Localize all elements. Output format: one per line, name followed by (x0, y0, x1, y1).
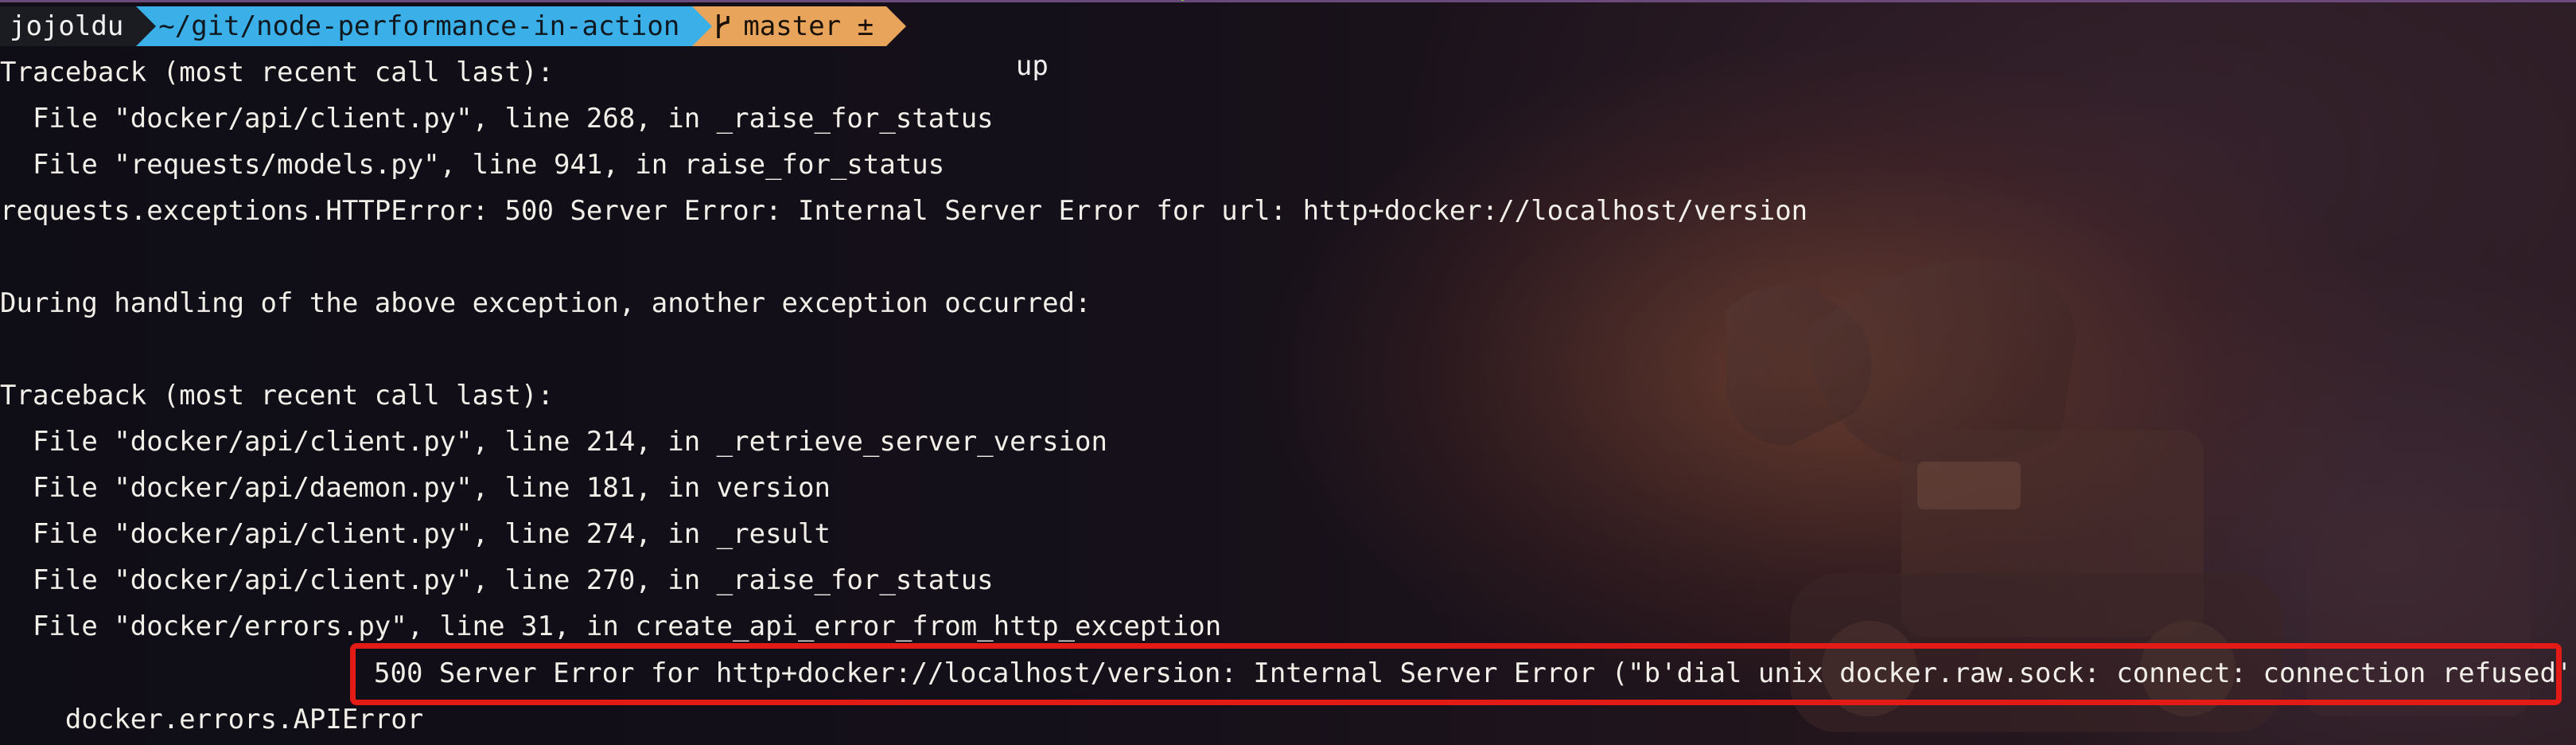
segment-separator-icon (692, 6, 713, 46)
segment-separator-icon (886, 6, 907, 46)
error-type: docker.errors.APIError (64, 704, 424, 735)
prompt-path-segment: ~/git/node-performance-in-action (136, 6, 713, 46)
command-executable: docker-compose (1016, 0, 1244, 2)
output-line: Traceback (most recent call last): (0, 57, 554, 88)
prompt-user-segment: jojoldu (0, 6, 157, 46)
output-line: File "docker/api/client.py", line 274, i… (0, 518, 831, 550)
error-message: 500 Server Error for http+docker://local… (374, 657, 2576, 689)
output-line: File "docker/api/daemon.py", line 181, i… (0, 472, 831, 504)
output-line: Traceback (most recent call last): (0, 380, 554, 412)
output-line: File "docker/api/client.py", line 214, i… (0, 426, 1107, 458)
final-error-line: docker.errors.APIError 500 Server Error … (0, 650, 2576, 735)
segment-separator-icon (136, 6, 157, 46)
prompt-branch: master ± (743, 10, 874, 42)
prompt-git-segment: master ± (692, 6, 907, 46)
output-line: During handling of the above exception, … (0, 287, 1091, 319)
output-line: File "requests/models.py", line 941, in … (0, 149, 945, 181)
output-line: File "docker/api/client.py", line 268, i… (0, 103, 994, 135)
output-line: File "docker/api/client.py", line 270, i… (0, 564, 994, 596)
terminal-window[interactable]: jojoldu ~/git/node-performance-in-action… (0, 0, 2576, 745)
output-line: requests.exceptions.HTTPError: 500 Serve… (0, 195, 1808, 227)
prompt-path: ~/git/node-performance-in-action (158, 10, 680, 42)
window-top-border (0, 0, 2576, 2)
prompt-user: jojoldu (10, 10, 124, 42)
terminal-output: Traceback (most recent call last): File … (0, 49, 2576, 649)
shell-prompt: jojoldu ~/git/node-performance-in-action… (0, 0, 1244, 82)
git-branch-icon (717, 14, 730, 38)
